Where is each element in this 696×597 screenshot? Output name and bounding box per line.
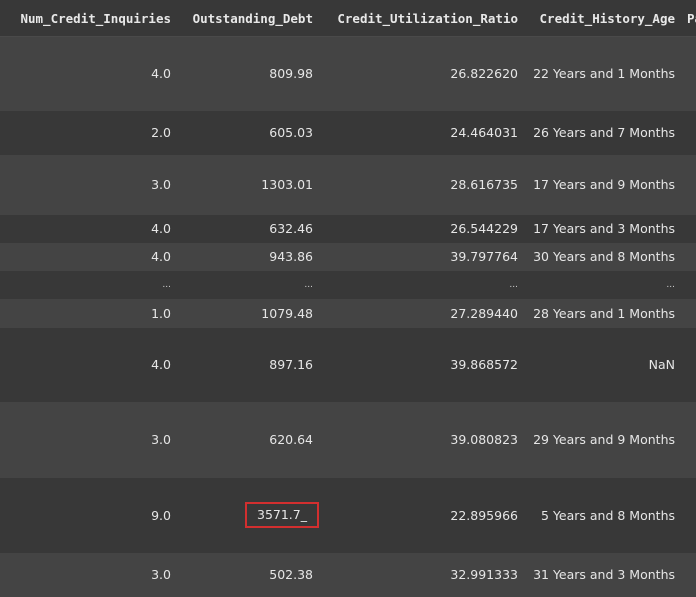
cell-history: 30 Years and 8 Months xyxy=(524,242,681,271)
cell-inquiries: 2.0 xyxy=(0,110,177,155)
column-header: Num_Credit_Inquiries xyxy=(0,0,177,37)
cell-truncated xyxy=(681,36,696,111)
ellipsis-cell: ... xyxy=(177,270,319,299)
table-row: 9.0 3571.7_ 22.895966 5 Years and 8 Mont… xyxy=(0,477,696,553)
cell-debt: 3571.7_ xyxy=(177,477,319,553)
cell-debt: 1079.48 xyxy=(177,298,319,328)
cell-debt: 1303.01 xyxy=(177,154,319,215)
cell-debt: 620.64 xyxy=(177,401,319,478)
cell-truncated xyxy=(681,298,696,328)
cell-history: 17 Years and 3 Months xyxy=(524,214,681,243)
table-row: 2.0 605.03 24.464031 26 Years and 7 Mont… xyxy=(0,110,696,155)
column-header: Credit_History_Age xyxy=(524,0,681,37)
ellipsis-cell: ... xyxy=(319,270,524,299)
cell-ratio: 26.544229 xyxy=(319,214,524,243)
cell-truncated xyxy=(681,552,696,597)
cell-truncated xyxy=(681,154,696,215)
cell-ratio: 32.991333 xyxy=(319,552,524,597)
cell-history: 17 Years and 9 Months xyxy=(524,154,681,215)
cell-truncated xyxy=(681,401,696,478)
cell-truncated xyxy=(681,214,696,243)
cell-truncated xyxy=(681,110,696,155)
cell-history: 26 Years and 7 Months xyxy=(524,110,681,155)
cell-history: 22 Years and 1 Months xyxy=(524,36,681,111)
cell-history: 29 Years and 9 Months xyxy=(524,401,681,478)
cell-ratio: 27.289440 xyxy=(319,298,524,328)
cell-inquiries: 3.0 xyxy=(0,401,177,478)
cell-inquiries: 3.0 xyxy=(0,552,177,597)
table-row: 4.0 809.98 26.822620 22 Years and 1 Mont… xyxy=(0,36,696,111)
table-row: 4.0 943.86 39.797764 30 Years and 8 Mont… xyxy=(0,242,696,271)
cell-debt: 502.38 xyxy=(177,552,319,597)
table-row: 1.0 1079.48 27.289440 28 Years and 1 Mon… xyxy=(0,298,696,328)
cell-debt: 897.16 xyxy=(177,327,319,402)
ellipsis-cell: ... xyxy=(0,270,177,299)
dataframe-table: Num_Credit_Inquiries Outstanding_Debt Cr… xyxy=(0,0,696,597)
ellipsis-row: ... ... ... ... xyxy=(0,270,696,299)
header-row: Num_Credit_Inquiries Outstanding_Debt Cr… xyxy=(0,0,696,37)
cell-history: 31 Years and 3 Months xyxy=(524,552,681,597)
editing-cell-debt[interactable]: 3571.7_ xyxy=(245,502,319,528)
column-header: Outstanding_Debt xyxy=(177,0,319,37)
cell-truncated xyxy=(681,270,696,299)
cell-debt: 605.03 xyxy=(177,110,319,155)
column-header: Credit_Utilization_Ratio xyxy=(319,0,524,37)
cell-inquiries: 4.0 xyxy=(0,242,177,271)
cell-inquiries: 4.0 xyxy=(0,214,177,243)
cell-ratio: 39.797764 xyxy=(319,242,524,271)
cell-history: NaN xyxy=(524,327,681,402)
table-row: 3.0 620.64 39.080823 29 Years and 9 Mont… xyxy=(0,401,696,478)
cell-debt: 632.46 xyxy=(177,214,319,243)
cell-ratio: 24.464031 xyxy=(319,110,524,155)
cell-truncated xyxy=(681,327,696,402)
table-row: 3.0 1303.01 28.616735 17 Years and 9 Mon… xyxy=(0,154,696,215)
table-row: 4.0 897.16 39.868572 NaN xyxy=(0,327,696,402)
cell-inquiries: 4.0 xyxy=(0,327,177,402)
cell-ratio: 39.080823 xyxy=(319,401,524,478)
cell-inquiries: 1.0 xyxy=(0,298,177,328)
cell-inquiries: 9.0 xyxy=(0,477,177,553)
ellipsis-cell: ... xyxy=(524,270,681,299)
cell-debt: 943.86 xyxy=(177,242,319,271)
cell-ratio: 26.822620 xyxy=(319,36,524,111)
cell-history: 28 Years and 1 Months xyxy=(524,298,681,328)
cell-ratio: 39.868572 xyxy=(319,327,524,402)
cell-inquiries: 4.0 xyxy=(0,36,177,111)
cell-ratio: 28.616735 xyxy=(319,154,524,215)
cell-truncated xyxy=(681,242,696,271)
cell-history: 5 Years and 8 Months xyxy=(524,477,681,553)
cell-ratio: 22.895966 xyxy=(319,477,524,553)
cell-debt: 809.98 xyxy=(177,36,319,111)
table-row: 4.0 632.46 26.544229 17 Years and 3 Mont… xyxy=(0,214,696,243)
cell-inquiries: 3.0 xyxy=(0,154,177,215)
cell-truncated xyxy=(681,477,696,553)
column-header: Pa xyxy=(681,0,696,37)
table-row: 3.0 502.38 32.991333 31 Years and 3 Mont… xyxy=(0,552,696,597)
